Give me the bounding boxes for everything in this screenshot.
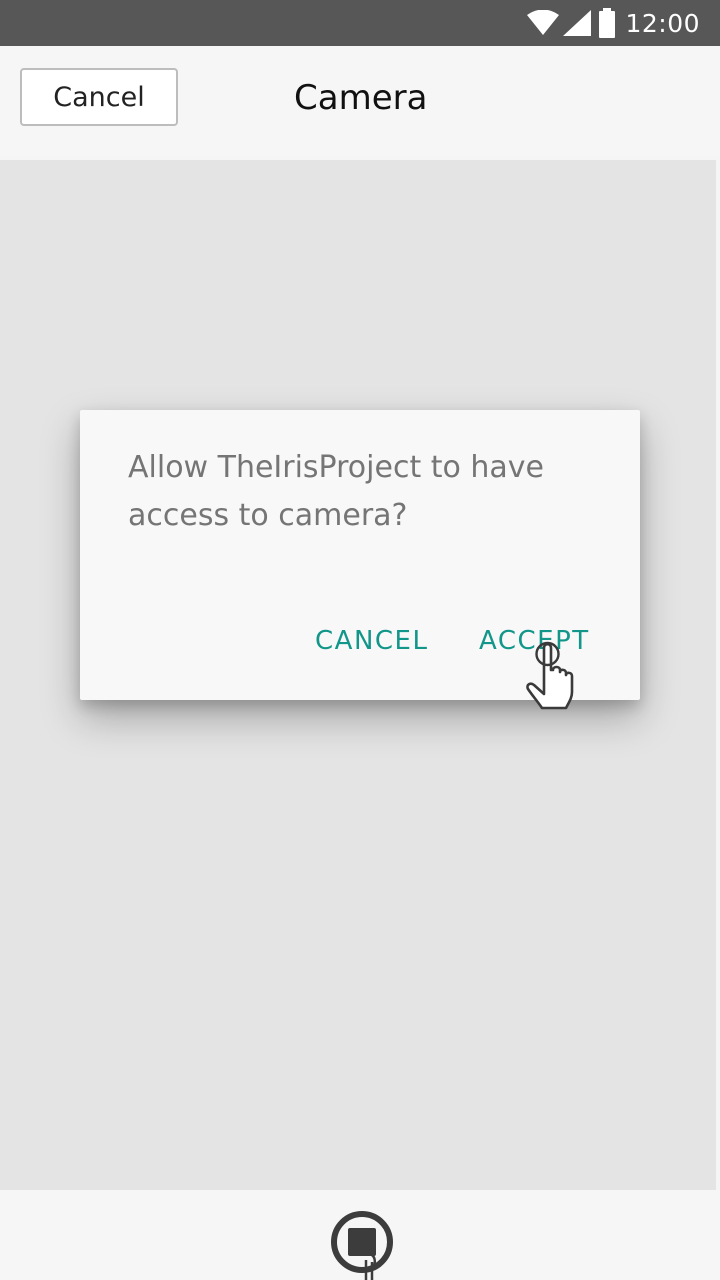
cell-signal-icon bbox=[563, 10, 592, 36]
status-icons: 12:00 bbox=[527, 0, 700, 46]
dialog-message: Allow TheIrisProject to have access to c… bbox=[128, 450, 545, 533]
header-cancel-button[interactable]: Cancel bbox=[20, 68, 178, 126]
battery-icon bbox=[599, 8, 616, 38]
page-title: Camera bbox=[294, 78, 428, 118]
dialog-cancel-button[interactable]: CANCEL bbox=[309, 622, 434, 660]
wifi-icon bbox=[527, 10, 560, 36]
status-bar: 12:00 bbox=[0, 0, 720, 46]
stop-record-icon[interactable] bbox=[330, 1210, 394, 1280]
hand-pointer-icon bbox=[522, 640, 582, 719]
camera-screen: 12:00 Cancel Camera Allow TheIrisProject… bbox=[0, 0, 720, 1280]
bottom-bar bbox=[0, 1190, 720, 1280]
status-time: 12:00 bbox=[625, 8, 700, 38]
app-header: Cancel Camera bbox=[0, 46, 720, 156]
